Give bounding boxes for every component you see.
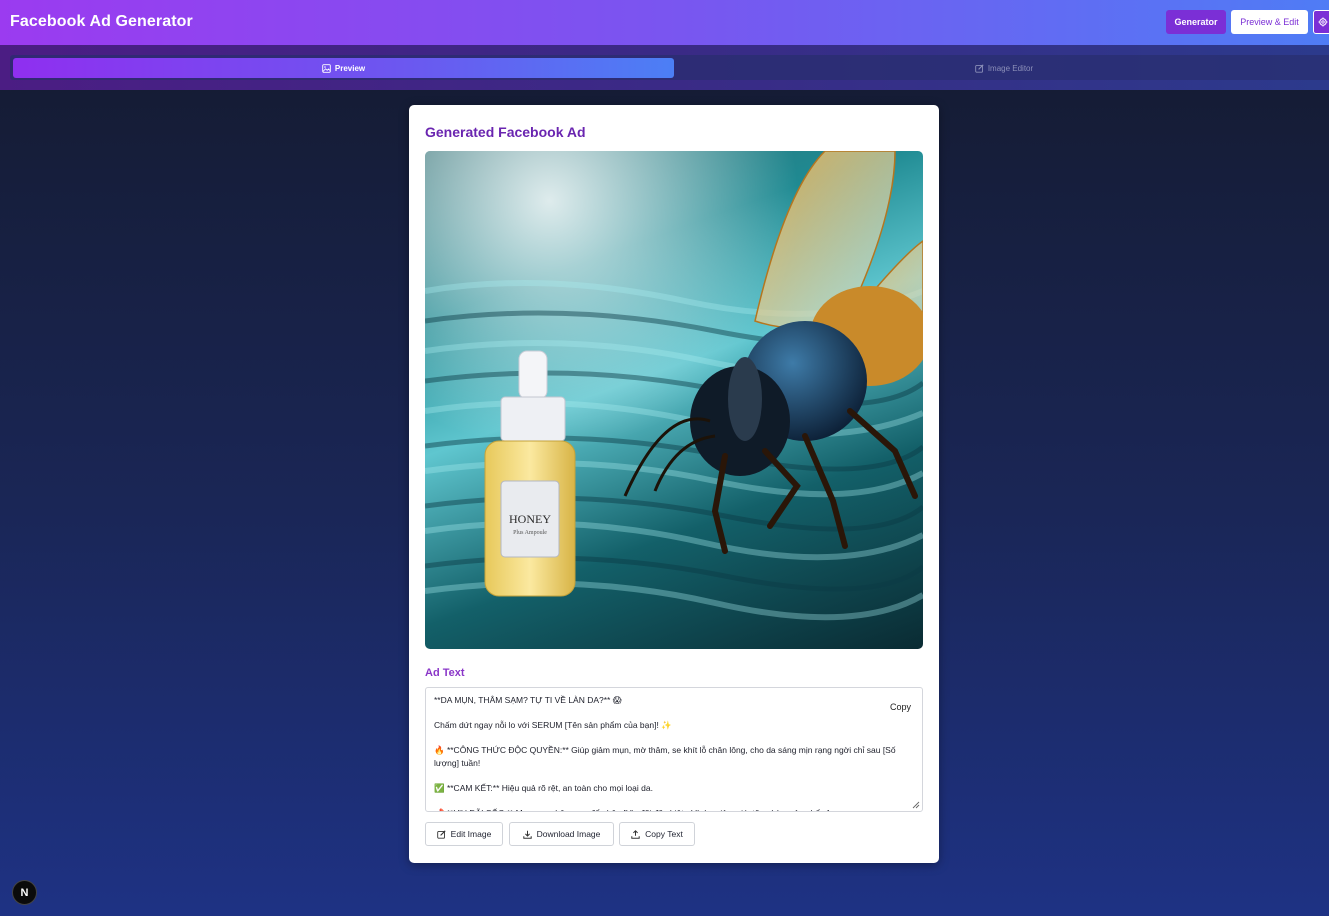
app-header: [0, 0, 1329, 45]
tab-preview[interactable]: Preview: [13, 58, 674, 78]
generator-button[interactable]: Generator: [1166, 10, 1226, 34]
nextjs-badge-icon[interactable]: N: [12, 880, 37, 905]
ad-image-illustration: HONEY Plus Ampoule: [425, 151, 923, 649]
edit-icon: [436, 829, 446, 839]
copy-text-label: Copy Text: [645, 829, 683, 839]
download-icon: [522, 830, 532, 839]
tab-image-editor-label: Image Editor: [987, 63, 1034, 73]
ad-text-content[interactable]: **DA MỤN, THÂM SẠM? TỰ TI VỀ LÀN DA?** 😱…: [434, 694, 904, 811]
app-title: Facebook Ad Generator: [10, 13, 193, 30]
bottle-sublabel: Plus Ampoule: [513, 530, 547, 536]
ad-text-area[interactable]: **DA MỤN, THÂM SẠM? TỰ TI VỀ LÀN DA?** 😱…: [425, 687, 923, 812]
tab-preview-label: Preview: [334, 63, 366, 73]
preview-edit-button[interactable]: Preview & Edit: [1231, 10, 1308, 34]
edit-icon: [975, 63, 984, 73]
ad-preview-card: Generated Facebook Ad HONEY Plus Ampoule…: [409, 105, 939, 863]
image-icon: [322, 63, 331, 73]
copy-text-button[interactable]: Copy Text: [619, 822, 695, 846]
card-title: Generated Facebook Ad: [425, 124, 586, 140]
resize-handle-icon[interactable]: [912, 801, 920, 809]
edit-image-button[interactable]: Edit Image: [425, 822, 503, 846]
bottle-label: HONEY: [509, 512, 551, 526]
download-image-label: Download Image: [536, 829, 601, 839]
ad-image: HONEY Plus Ampoule: [425, 151, 923, 649]
settings-button[interactable]: [1313, 10, 1329, 34]
edit-image-label: Edit Image: [450, 829, 492, 839]
download-image-button[interactable]: Download Image: [509, 822, 614, 846]
tab-image-editor[interactable]: Image Editor: [674, 58, 1329, 78]
copy-button[interactable]: Copy: [890, 702, 911, 712]
ad-text-label: Ad Text: [425, 667, 465, 679]
share-icon: [631, 829, 640, 839]
gear-icon: [1318, 17, 1328, 27]
